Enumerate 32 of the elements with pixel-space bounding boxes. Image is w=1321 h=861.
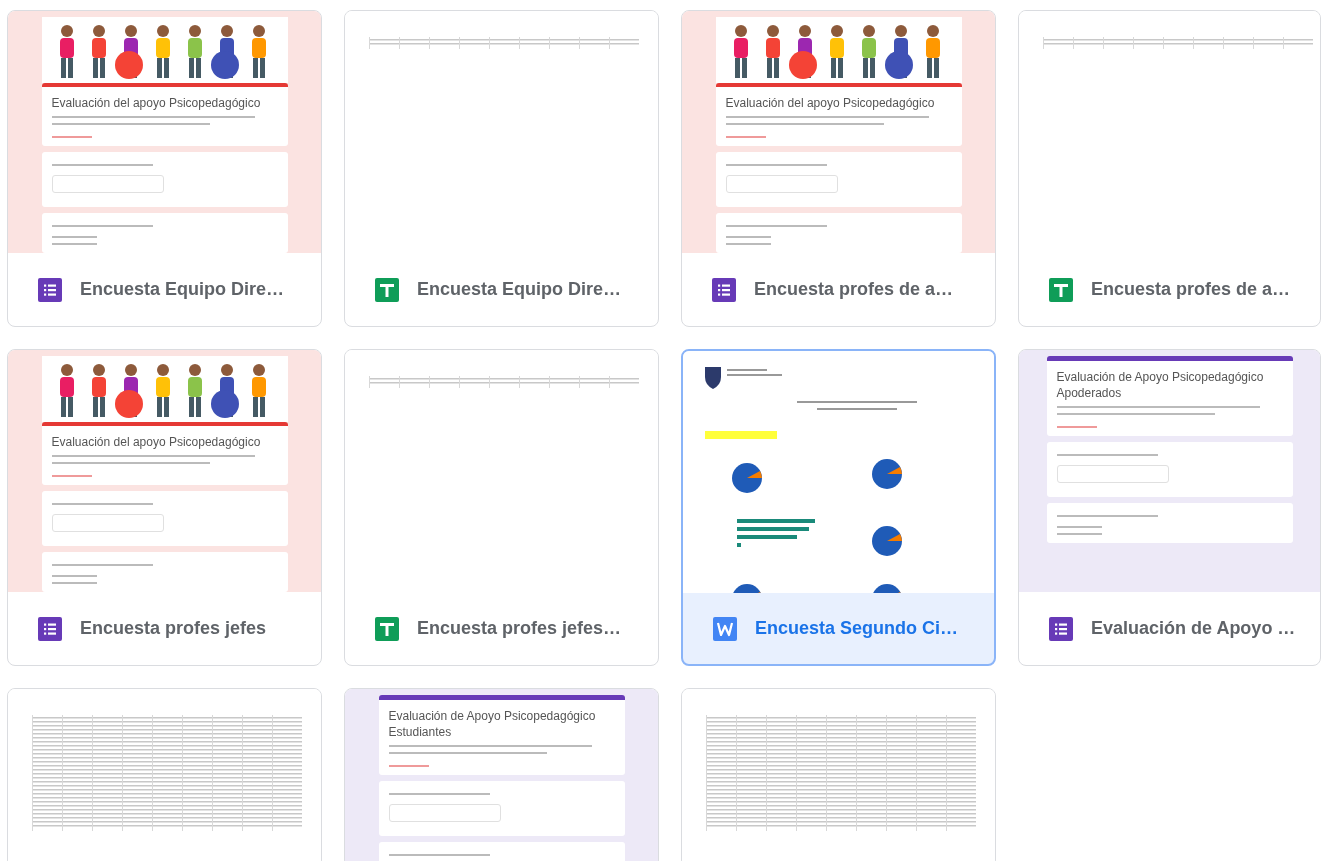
file-card[interactable]: Encuesta Equipo Dire… — [344, 10, 659, 327]
file-name: Encuesta profes jefes… — [417, 618, 622, 639]
file-card[interactable]: Evaluación del apoyo Psicopedagógico Encuesta Equipo Dire… — [7, 10, 322, 327]
file-card[interactable]: Evaluación del apoyo Psicopedagógico Encuesta profes jefes — [7, 349, 322, 666]
file-name: Encuesta Equipo Dire… — [80, 279, 285, 300]
file-card[interactable]: Encuesta profes jefes… — [344, 349, 659, 666]
file-name: Evaluación de Apoyo … — [1091, 618, 1296, 639]
file-card[interactable] — [681, 688, 996, 861]
file-card[interactable]: Encuesta Segundo Ci… — [681, 349, 996, 666]
file-card[interactable]: Evaluación de Apoyo Psicopedagógico Estudiantes — [344, 688, 659, 861]
file-card[interactable]: Evaluación del apoyo Psicopedagógico Encuesta profes de a… — [681, 10, 996, 327]
document-w-icon — [713, 616, 737, 641]
form-list-icon — [38, 277, 62, 302]
file-name: Encuesta profes jefes — [80, 618, 267, 639]
form-title: Evaluación del apoyo Psicopedagógico — [51, 434, 262, 450]
form-title: Evaluación de Apoyo Psicopedagógico Estudiantes — [388, 708, 597, 740]
form-list-icon — [38, 616, 62, 641]
spreadsheet-icon — [375, 616, 399, 641]
file-name: Encuesta Segundo Ci… — [755, 618, 959, 639]
form-title: Evaluación del apoyo Psicopedagógico — [51, 95, 262, 111]
file-name: Encuesta Equipo Dire… — [417, 279, 622, 300]
file-name: Encuesta profes de a… — [1091, 279, 1291, 300]
file-name: Encuesta profes de a… — [754, 279, 954, 300]
form-title: Evaluación del apoyo Psicopedagógico — [725, 95, 936, 111]
file-card[interactable] — [7, 688, 322, 861]
form-list-icon — [1049, 616, 1073, 641]
file-card[interactable]: Encuesta profes de a… — [1018, 10, 1321, 327]
spreadsheet-icon — [375, 277, 399, 302]
spreadsheet-icon — [1049, 277, 1073, 302]
form-title: Evaluación de Apoyo Psicopedagógico Apoderados — [1056, 369, 1265, 401]
file-card[interactable]: Evaluación de Apoyo Psicopedagógico Apoderados Evaluación de Apoyo … — [1018, 349, 1321, 666]
form-list-icon — [712, 277, 736, 302]
